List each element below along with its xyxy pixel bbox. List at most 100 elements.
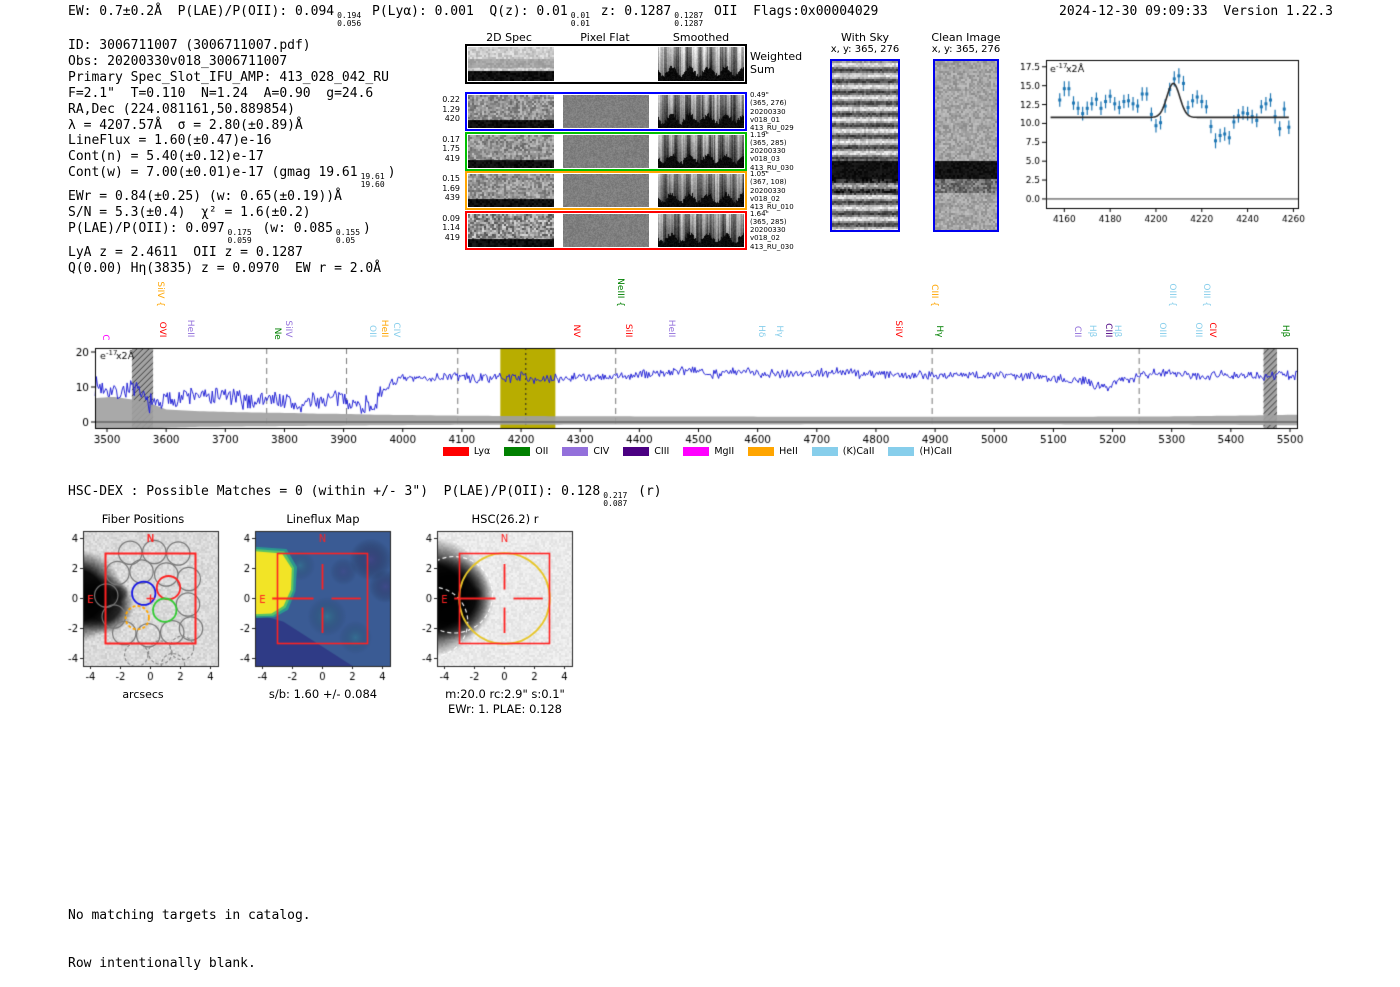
legend-label: (K)CaII xyxy=(842,446,875,457)
text-segment: F=2.1" T=0.110 N=1.24 A=0.90 g=24.6 xyxy=(68,85,374,101)
text-segment: RA,Dec (224.081161,50.889854) xyxy=(68,101,295,117)
stacked-fraction: 0.194 0.056 xyxy=(337,12,361,28)
legend-swatch xyxy=(748,447,775,456)
legend-label: OII xyxy=(535,446,549,457)
row-weight-value: 1.14 xyxy=(442,223,460,232)
text-segment: OII Flags:0x00004029 xyxy=(706,4,879,19)
spec2d-cell-smoothed xyxy=(658,134,744,168)
stacked-fraction: 0.01 0.01 xyxy=(571,12,590,28)
text-segment: LyA z = 2.4611 OII z = 0.1287 xyxy=(68,245,303,261)
row-weight-value: 0.22 xyxy=(442,95,460,104)
text-segment: Cont(w) = 7.00(±0.01)e-17 (gmag 19.61 xyxy=(68,165,358,181)
row-meta-value: v018_02 xyxy=(750,234,780,243)
header-version: Version 1.22.3 xyxy=(1223,4,1333,19)
legend-swatch xyxy=(888,447,915,456)
row-meta-value: 20200330 xyxy=(750,186,786,195)
row-meta-value: 0.49" xyxy=(750,91,769,99)
row-weight-value: 1.29 xyxy=(442,104,460,114)
weighted-2dspec-image xyxy=(468,47,554,81)
spec2d-row xyxy=(465,131,747,171)
text-segment: LineFlux = 1.60(±0.47)e-16 xyxy=(68,133,272,149)
spec2d-row-right-labels: 1.05" (367, 108) 20200330 v018_02 413_RU_010 xyxy=(750,170,820,211)
row-meta-value: 1.19" xyxy=(750,130,769,139)
weighted-smoothed-image xyxy=(658,47,744,81)
emission-line-label: OIII { xyxy=(1167,283,1178,307)
header-spacer xyxy=(1208,4,1224,19)
row-weight-value: 1.75 xyxy=(442,144,460,153)
text-segment: (r) xyxy=(630,484,662,499)
spec2d-row xyxy=(465,210,747,250)
legend-label: (H)CaII xyxy=(919,446,953,457)
text-segment: HSC-DEX : Possible Matches = 0 (within +… xyxy=(68,484,601,499)
hsc-caption-2: EWr: 1. PLAE: 0.128 xyxy=(448,702,562,716)
info-line: P(LAE)/P(OII): 0.097 0.175 0.059 (w: 0.085… xyxy=(68,221,396,245)
with-sky-coords: x, y: 365, 276 xyxy=(830,44,900,55)
legend-swatch xyxy=(683,447,710,456)
legend-item: (H)CaII xyxy=(888,446,952,457)
lineflux-map-plot xyxy=(232,524,398,686)
clean-image-header: Clean Image x, y: 365, 276 xyxy=(921,31,1011,55)
header-datetime-version: 2024-12-30 09:09:33 Version 1.22.3 xyxy=(1033,4,1333,20)
legend-swatch xyxy=(504,447,531,456)
info-line: LyA z = 2.4611 OII z = 0.1287 xyxy=(68,245,396,261)
legend-item: CIV xyxy=(562,446,609,457)
info-line: Cont(n) = 5.40(±0.12)e-17 xyxy=(68,149,396,165)
text-segment: S/N = 5.3(±0.4) χ² = 1.6(±0.2) xyxy=(68,205,311,221)
row-weight-value: 420 xyxy=(444,114,460,123)
legend-item: Lyα xyxy=(442,446,490,457)
row-weight-value: 439 xyxy=(444,193,460,202)
text-segment: ) xyxy=(387,165,396,181)
with-sky-image xyxy=(832,61,898,230)
spec2d-cell-2dspec xyxy=(468,134,554,168)
text-segment: EW: 0.7±0.2Å P(LAE)/P(OII): 0.094 xyxy=(68,4,335,19)
spec2d-weighted-row xyxy=(465,44,747,84)
row-meta-value: (365, 285) xyxy=(750,217,787,226)
info-line: λ = 4207.57Å σ = 2.80(±0.89)Å xyxy=(68,118,396,134)
footer-line2: Row intentionally blank. xyxy=(68,955,256,971)
legend-label: MgII xyxy=(714,446,735,457)
spec2d-cell-pixelflat xyxy=(563,213,649,247)
row-meta-value: v018_03 xyxy=(750,155,780,164)
info-line: EWr = 0.84(±0.25) (w: 0.65(±0.19))Å xyxy=(68,189,396,205)
text-segment: z: 0.1287 xyxy=(592,4,672,19)
text-segment: ) xyxy=(363,221,371,237)
footer-note: No matching targets in catalog. Row inte… xyxy=(68,876,311,987)
fraction-lower: 0.056 xyxy=(337,19,362,28)
line-fit-plot xyxy=(1015,45,1315,235)
row-meta-value: (365, 285) xyxy=(750,138,787,147)
row-meta-value: v018_01 xyxy=(750,115,780,124)
info-line: Primary Spec_Slot_IFU_AMP: 413_028_042_R… xyxy=(68,70,396,86)
clean-image-panel xyxy=(933,59,999,232)
spec2d-row-right-labels: 0.49" (365, 276) 20200330 v018_01 413_RU_029 xyxy=(750,91,820,132)
legend-swatch xyxy=(623,447,650,456)
row-weight-value: 419 xyxy=(444,232,460,242)
spec2d-row-left-labels: 0.15 1.69 439 xyxy=(424,174,460,203)
spec2d-row xyxy=(465,92,747,131)
clean-image-coords: x, y: 365, 276 xyxy=(931,44,1001,55)
spec2d-col-title-3: Smoothed xyxy=(672,31,730,44)
stacked-fraction: 0.175 0.059 xyxy=(228,229,252,245)
info-line: RA,Dec (224.081161,50.889854) xyxy=(68,102,396,118)
row-meta-value: 20200330 xyxy=(750,147,786,156)
row-meta-value: 413_RU_030 xyxy=(750,242,794,251)
row-meta-value: 1.05" xyxy=(750,170,769,178)
emission-line-label: CIII { xyxy=(928,284,939,307)
stacked-fraction: 0.1287 0.1287 xyxy=(674,12,703,28)
header-stats: EW: 0.7±0.2Å P(LAE)/P(OII): 0.094 0.194 0.… xyxy=(68,4,878,28)
legend-item: HeII xyxy=(748,446,798,457)
fraction-lower: 0.05 xyxy=(335,236,356,246)
spec2d-col-title-2: Pixel Flat xyxy=(580,31,630,44)
spec2d-row xyxy=(465,171,747,210)
legend-label: CIII xyxy=(654,446,670,457)
row-meta-value: 20200330 xyxy=(750,107,786,116)
fraction-lower: 0.087 xyxy=(603,499,628,508)
stacked-fraction: 0.155 0.05 xyxy=(336,229,360,245)
hsc-cutout-plot xyxy=(414,524,580,686)
text-segment: P(LAE)/P(OII): 0.097 xyxy=(68,221,225,237)
row-weight-value: 419 xyxy=(444,153,460,163)
text-segment: Q(0.00) Hη(3835) z = 0.0970 EW r = 2.0Å xyxy=(68,260,382,276)
spec2d-cell-2dspec xyxy=(468,213,554,247)
legend-item: MgII xyxy=(683,446,734,457)
text-segment: ID: 3006711007 (3006711007.pdf) xyxy=(68,38,311,53)
spec2d-cell-pixelflat xyxy=(563,174,649,207)
